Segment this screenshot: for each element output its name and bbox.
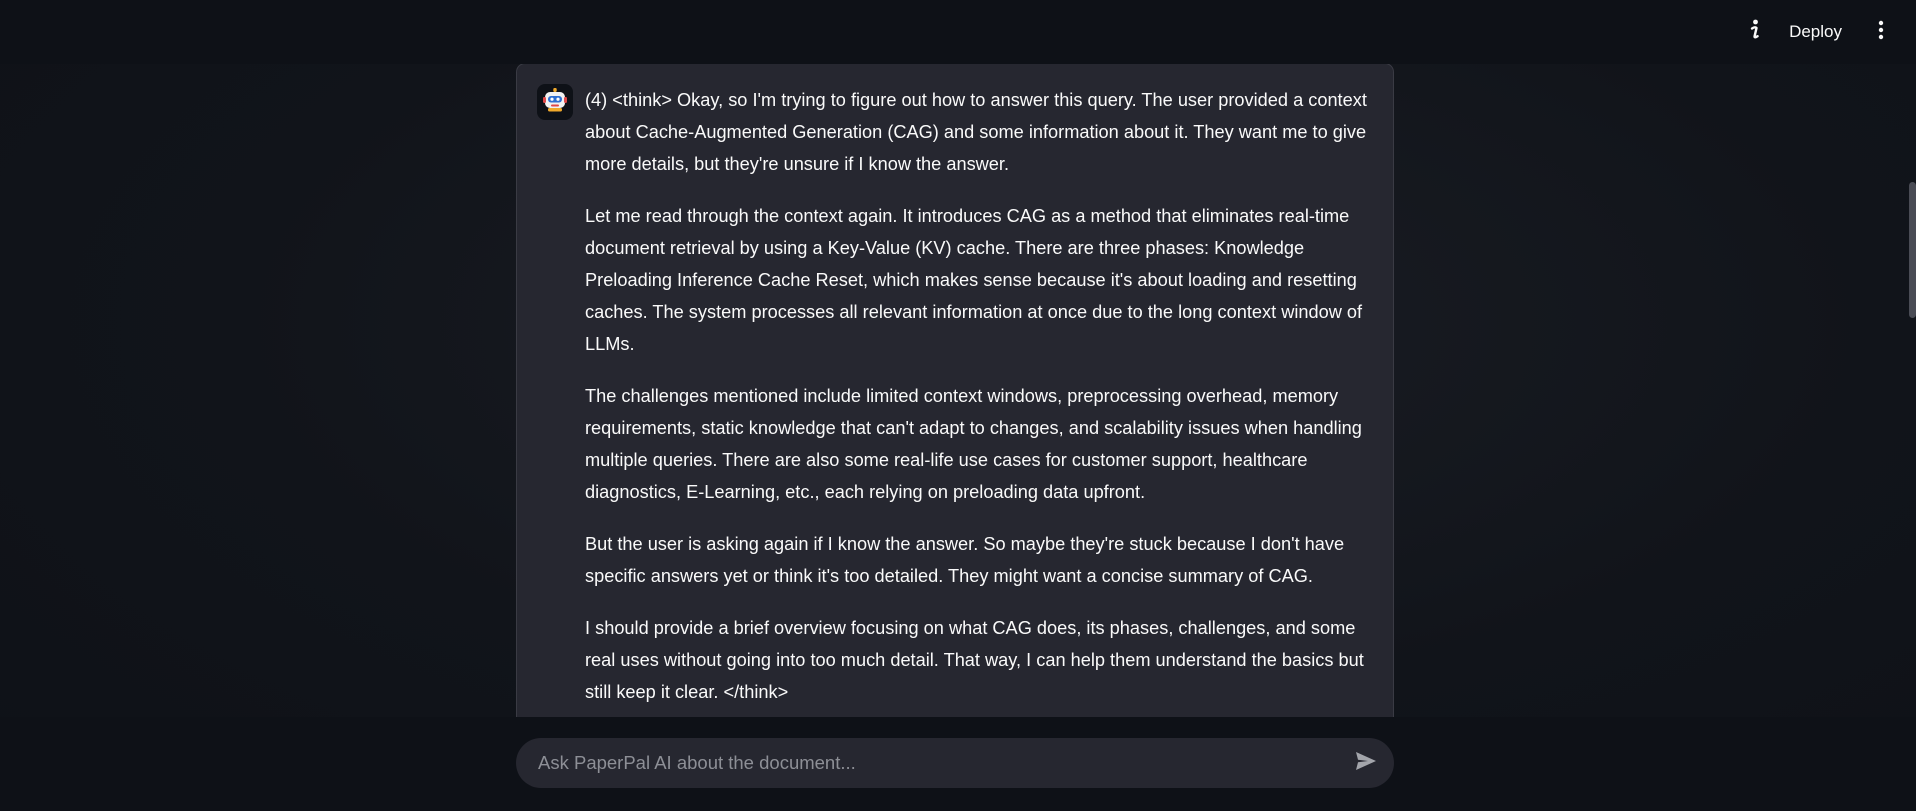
assistant-avatar	[537, 84, 573, 120]
message-paragraph: But the user is asking again if I know t…	[585, 534, 1345, 586]
kebab-menu-icon	[1878, 20, 1884, 44]
app-window: Deploy (4) <think> Okay, so I'm trying t…	[0, 0, 1916, 811]
chat-input[interactable]	[536, 737, 1346, 789]
message-paragraph: Let me read through the context again. I…	[585, 206, 1363, 354]
toolbar-actions: Deploy	[1735, 0, 1916, 64]
message-paragraph: (4) <think> Okay, so I'm trying to figur…	[585, 90, 1367, 174]
send-icon	[1355, 751, 1377, 775]
info-icon	[1748, 19, 1762, 45]
chat-area[interactable]: (4) <think> Okay, so I'm trying to figur…	[0, 64, 1916, 717]
main-menu-button[interactable]	[1866, 12, 1896, 52]
send-button[interactable]	[1346, 743, 1386, 783]
message-paragraph: I should provide a brief overview focusi…	[585, 618, 1364, 702]
robot-icon	[542, 87, 568, 117]
assistant-message: (4) <think> Okay, so I'm trying to figur…	[516, 64, 1394, 717]
message-content: (4) <think> Okay, so I'm trying to figur…	[585, 84, 1375, 717]
message-paragraph: The challenges mentioned include limited…	[585, 386, 1362, 502]
chat-input-bar	[0, 717, 1916, 811]
deploy-button[interactable]: Deploy	[1789, 22, 1842, 42]
chat-input-container	[516, 737, 1394, 789]
top-toolbar: Deploy	[0, 0, 1916, 64]
chat-scrollbar[interactable]	[1909, 182, 1916, 318]
info-button[interactable]	[1735, 12, 1775, 52]
